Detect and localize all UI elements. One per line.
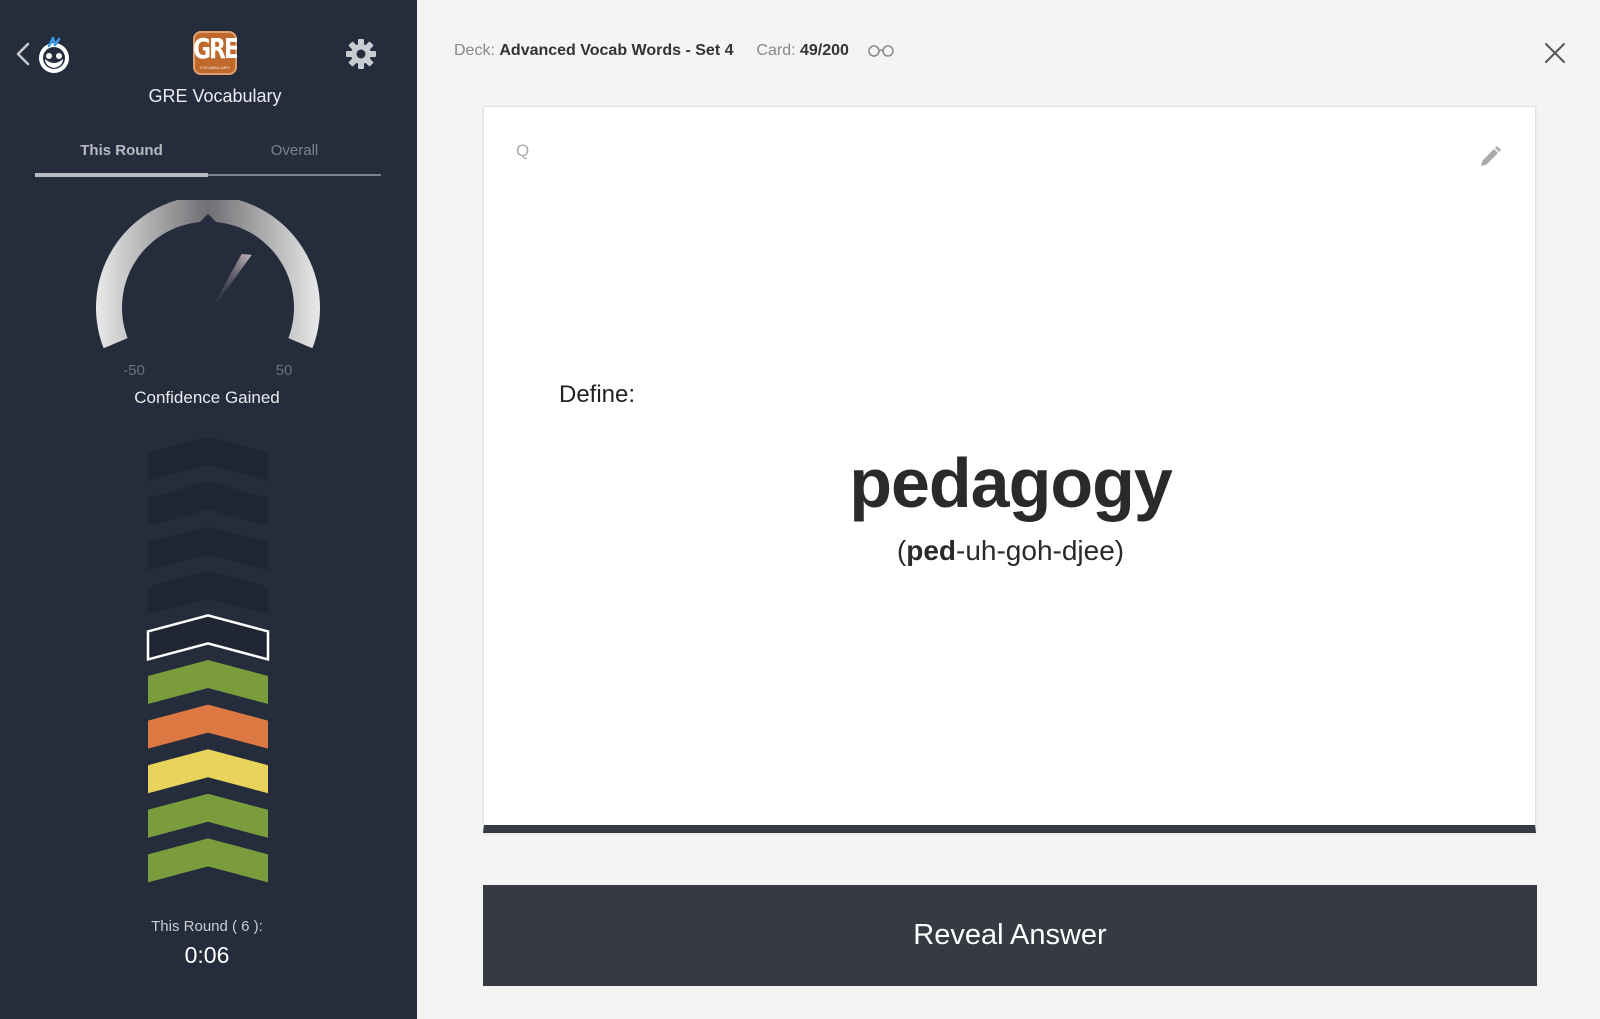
card-prompt: Define: <box>559 381 636 408</box>
stats-tabs: This Round Overall <box>35 134 381 177</box>
confidence-gauge <box>96 200 320 349</box>
card-word: pedagogy <box>849 444 1173 522</box>
deck-title: GRE Vocabulary <box>148 86 282 106</box>
gauge-caption: Confidence Gained <box>134 388 280 407</box>
card-label: Card: <box>756 42 796 59</box>
brainscape-logo-icon[interactable] <box>34 34 74 74</box>
pronunciation-rest: -uh-goh-djee) <box>956 535 1125 566</box>
confidence-chevron-filled <box>148 749 268 794</box>
flashcard[interactable]: Q Define: pedagogy (ped-uh-goh-djee) <box>483 106 1536 833</box>
card-counter: 49/200 <box>799 42 849 59</box>
tab-overall[interactable]: Overall <box>208 134 381 174</box>
gauge-min-label: -50 <box>123 362 145 379</box>
gauge-needle <box>208 254 252 315</box>
confidence-chevron-empty <box>148 481 268 526</box>
confidence-chevron-empty <box>148 526 268 571</box>
card-pronunciation: (ped-uh-goh-djee) <box>484 535 1537 567</box>
pronunciation-stressed: ped <box>906 535 956 566</box>
close-icon[interactable] <box>1540 38 1570 68</box>
confidence-level-stack <box>146 437 270 883</box>
gear-icon[interactable] <box>345 38 377 70</box>
confidence-chevron-empty <box>148 570 268 615</box>
confidence-chevron-filled <box>148 793 268 838</box>
deck-logo-subtext: VOCABULARY <box>199 65 231 70</box>
sidebar: GRE VOCABULARY GRE Vocabulary This Round… <box>0 0 417 1019</box>
glasses-icon[interactable] <box>867 44 895 58</box>
active-tab-indicator <box>35 173 208 177</box>
confidence-chevron-filled <box>148 704 268 749</box>
deck-logo-text: GRE <box>193 34 237 66</box>
confidence-chevron-filled <box>148 660 268 704</box>
card-side-marker: Q <box>516 141 530 160</box>
round-timer-label: This Round ( 6 ): <box>151 918 263 935</box>
confidence-chevron-filled <box>148 838 268 883</box>
back-chevron-icon[interactable] <box>10 38 34 70</box>
deck-value[interactable]: Advanced Vocab Words - Set 4 <box>499 42 733 59</box>
confidence-chevron-empty <box>148 437 268 481</box>
tab-this-round[interactable]: This Round <box>35 134 208 174</box>
pencil-icon[interactable] <box>1478 145 1502 169</box>
confidence-chevron-current <box>146 614 270 662</box>
deck-info-bar: Deck: Advanced Vocab Words - Set 4 Card:… <box>454 42 895 60</box>
gauge-max-label: 50 <box>275 362 293 379</box>
deck-label: Deck: <box>454 42 495 59</box>
deck-logo: GRE VOCABULARY <box>193 31 237 75</box>
round-timer-value: 0:06 <box>184 942 230 968</box>
pronunciation-open: ( <box>896 535 907 566</box>
reveal-answer-button[interactable]: Reveal Answer <box>483 885 1537 986</box>
